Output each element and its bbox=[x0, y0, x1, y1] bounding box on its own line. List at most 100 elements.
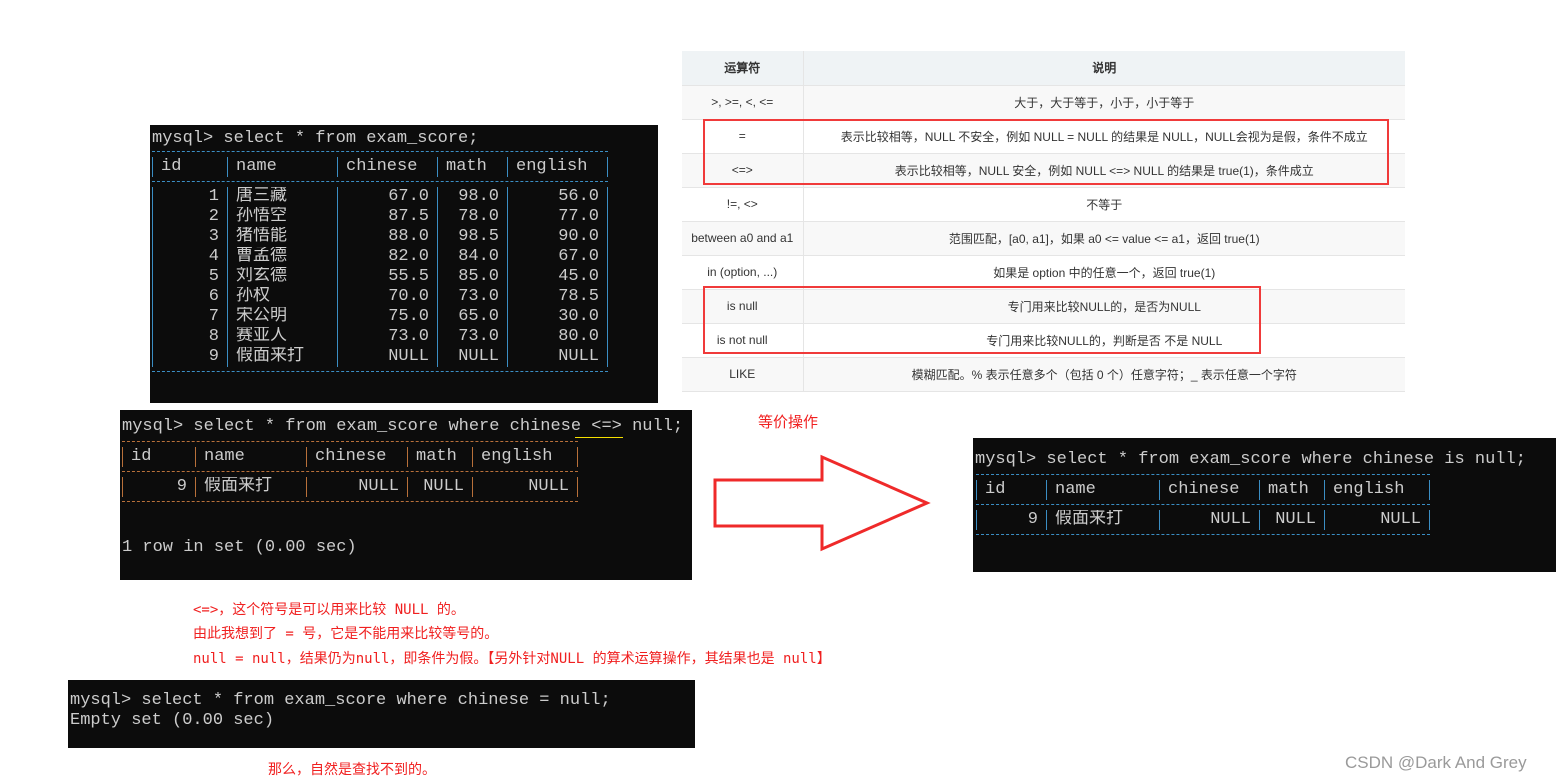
table-row: 5 刘玄德 55.5 85.0 45.0 bbox=[152, 267, 608, 287]
note-equals: 由此我想到了 = 号，它是不能用来比较等号的。 bbox=[193, 626, 499, 642]
operator-row: in (option, ...) 如果是 option 中的任意一个，返回 tru… bbox=[682, 255, 1405, 290]
table-separator bbox=[152, 147, 608, 157]
table-cell: math bbox=[407, 447, 472, 467]
sql-prompt: mysql> select * from exam_score where ch… bbox=[70, 691, 611, 710]
terminal-select-all: mysql> select * from exam_score; id name c… bbox=[150, 125, 658, 403]
operator-symbol: between a0 and a1 bbox=[682, 221, 804, 256]
table-header-row: id name chinese math english bbox=[152, 157, 608, 177]
note-null-result: null = null，结果仍为null，即条件为假。【另外针对NULL 的算术… bbox=[193, 651, 831, 667]
result-table: id name chinese math english 1 唐三藏 67.0 98.0 56.0… bbox=[152, 147, 608, 377]
operator-description: 范围匹配，[a0, a1]，如果 a0 <= value <= a1，返回 tr… bbox=[803, 221, 1405, 256]
table-row: 3 猪悟能 88.0 98.5 90.0 bbox=[152, 227, 608, 247]
sql-prompt: mysql> select * from exam_score where ch… bbox=[122, 417, 684, 436]
table-row: 4 曹孟德 82.0 84.0 67.0 bbox=[152, 247, 608, 267]
table-separator bbox=[122, 437, 578, 447]
table-cell: 73.0 bbox=[437, 327, 507, 347]
table-cell: 9 bbox=[976, 510, 1046, 530]
table-separator bbox=[152, 367, 608, 377]
table-cell: 98.0 bbox=[437, 187, 507, 207]
sql-prompt: mysql> select * from exam_score; bbox=[152, 129, 479, 148]
table-cell: 78.5 bbox=[507, 287, 608, 307]
table-row: 1 唐三藏 67.0 98.0 56.0 bbox=[152, 187, 608, 207]
table-cell: 假面来打 bbox=[1046, 510, 1159, 530]
equivalent-label: 等价操作 bbox=[758, 413, 819, 431]
operator-description: 不等于 bbox=[803, 187, 1405, 222]
table-cell: 假面来打 bbox=[227, 347, 337, 367]
highlight-box-equality bbox=[703, 119, 1389, 185]
note-null-safe: <=>，这个符号是可以用来比较 NULL 的。 bbox=[193, 602, 465, 618]
table-cell: name bbox=[1046, 480, 1159, 500]
table-row: 7 宋公明 75.0 65.0 30.0 bbox=[152, 307, 608, 327]
table-cell: NULL bbox=[472, 477, 578, 497]
table-row: 8 赛亚人 73.0 73.0 80.0 bbox=[152, 327, 608, 347]
watermark: CSDN @Dark And Grey bbox=[1345, 753, 1527, 772]
table-cell: NULL bbox=[1324, 510, 1430, 530]
table-cell: english bbox=[472, 447, 578, 467]
table-cell: 7 bbox=[152, 307, 227, 327]
table-cell: 3 bbox=[152, 227, 227, 247]
table-cell: 90.0 bbox=[507, 227, 608, 247]
table-cell: 孙权 bbox=[227, 287, 337, 307]
table-cell: 赛亚人 bbox=[227, 327, 337, 347]
table-cell: 85.0 bbox=[437, 267, 507, 287]
table-cell: 80.0 bbox=[507, 327, 608, 347]
table-row: 2 孙悟空 87.5 78.0 77.0 bbox=[152, 207, 608, 227]
table-cell: id bbox=[976, 480, 1046, 500]
table-cell: NULL bbox=[507, 347, 608, 367]
result-table: id name chinese math english 9 假面来打 NULL NULL NUL… bbox=[976, 470, 1430, 540]
table-cell: name bbox=[227, 157, 337, 177]
operator-description: 大于，大于等于，小于，小于等于 bbox=[803, 85, 1405, 120]
operator-symbol: LIKE bbox=[682, 357, 804, 392]
table-cell: NULL bbox=[1159, 510, 1259, 530]
table-separator bbox=[122, 467, 578, 477]
operator-description: 如果是 option 中的任意一个，返回 true(1) bbox=[803, 255, 1405, 290]
table-cell: 73.0 bbox=[437, 287, 507, 307]
operator-description: 模糊匹配。% 表示任意多个（包括 0 个）任意字符；_ 表示任意一个字符 bbox=[803, 357, 1405, 392]
table-separator bbox=[976, 470, 1430, 480]
table-separator bbox=[152, 177, 608, 187]
table-cell: 唐三藏 bbox=[227, 187, 337, 207]
operator-row: >, >=, <, <= 大于，大于等于，小于，小于等于 bbox=[682, 85, 1405, 120]
table-cell: 77.0 bbox=[507, 207, 608, 227]
table-cell: 2 bbox=[152, 207, 227, 227]
terminal-equals-query: mysql> select * from exam_score where ch… bbox=[68, 680, 695, 748]
table-row: 9 假面来打 NULL NULL NULL bbox=[122, 477, 578, 497]
table-row: 6 孙权 70.0 73.0 78.5 bbox=[152, 287, 608, 307]
highlight-underline bbox=[575, 437, 623, 438]
operator-row: between a0 and a1 范围匹配，[a0, a1]，如果 a0 <= … bbox=[682, 221, 1405, 256]
table-cell: NULL bbox=[407, 477, 472, 497]
table-cell: 55.5 bbox=[337, 267, 437, 287]
result-table: id name chinese math english 9 假面来打 NULL NULL NUL… bbox=[122, 437, 578, 507]
table-cell: 65.0 bbox=[437, 307, 507, 327]
table-separator bbox=[122, 497, 578, 507]
table-cell: chinese bbox=[306, 447, 407, 467]
table-cell: 45.0 bbox=[507, 267, 608, 287]
result-footer: Empty set (0.00 sec) bbox=[70, 711, 275, 730]
terminal-is-null-query: mysql> select * from exam_score where ch… bbox=[973, 438, 1556, 572]
header-description: 说明 bbox=[803, 51, 1405, 86]
table-cell: chinese bbox=[1159, 480, 1259, 500]
table-cell: NULL bbox=[337, 347, 437, 367]
table-cell: 30.0 bbox=[507, 307, 608, 327]
table-cell: 84.0 bbox=[437, 247, 507, 267]
note-not-found: 那么，自然是查找不到的。 bbox=[268, 762, 436, 778]
table-cell: NULL bbox=[306, 477, 407, 497]
table-cell: 82.0 bbox=[337, 247, 437, 267]
table-separator bbox=[976, 530, 1430, 540]
table-cell: 假面来打 bbox=[195, 477, 306, 497]
table-cell: math bbox=[437, 157, 507, 177]
table-cell: 56.0 bbox=[507, 187, 608, 207]
table-cell: math bbox=[1259, 480, 1324, 500]
table-cell: 67.0 bbox=[337, 187, 437, 207]
table-cell: 宋公明 bbox=[227, 307, 337, 327]
table-header-row: id name chinese math english bbox=[122, 447, 578, 467]
table-cell: english bbox=[1324, 480, 1430, 500]
table-cell: name bbox=[195, 447, 306, 467]
table-cell: 曹孟德 bbox=[227, 247, 337, 267]
table-cell: 75.0 bbox=[337, 307, 437, 327]
header-operator: 运算符 bbox=[682, 51, 804, 86]
table-cell: 67.0 bbox=[507, 247, 608, 267]
table-cell: 孙悟空 bbox=[227, 207, 337, 227]
table-cell: 1 bbox=[152, 187, 227, 207]
sql-prompt: mysql> select * from exam_score where ch… bbox=[975, 450, 1526, 469]
